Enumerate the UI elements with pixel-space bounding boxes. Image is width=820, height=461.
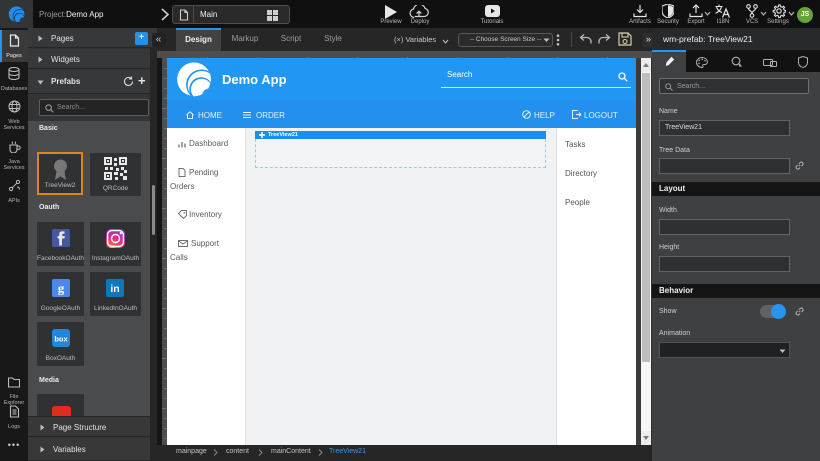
svg-text:in: in — [110, 283, 119, 295]
svg-text:g: g — [58, 281, 65, 296]
svg-text:box: box — [54, 335, 68, 344]
